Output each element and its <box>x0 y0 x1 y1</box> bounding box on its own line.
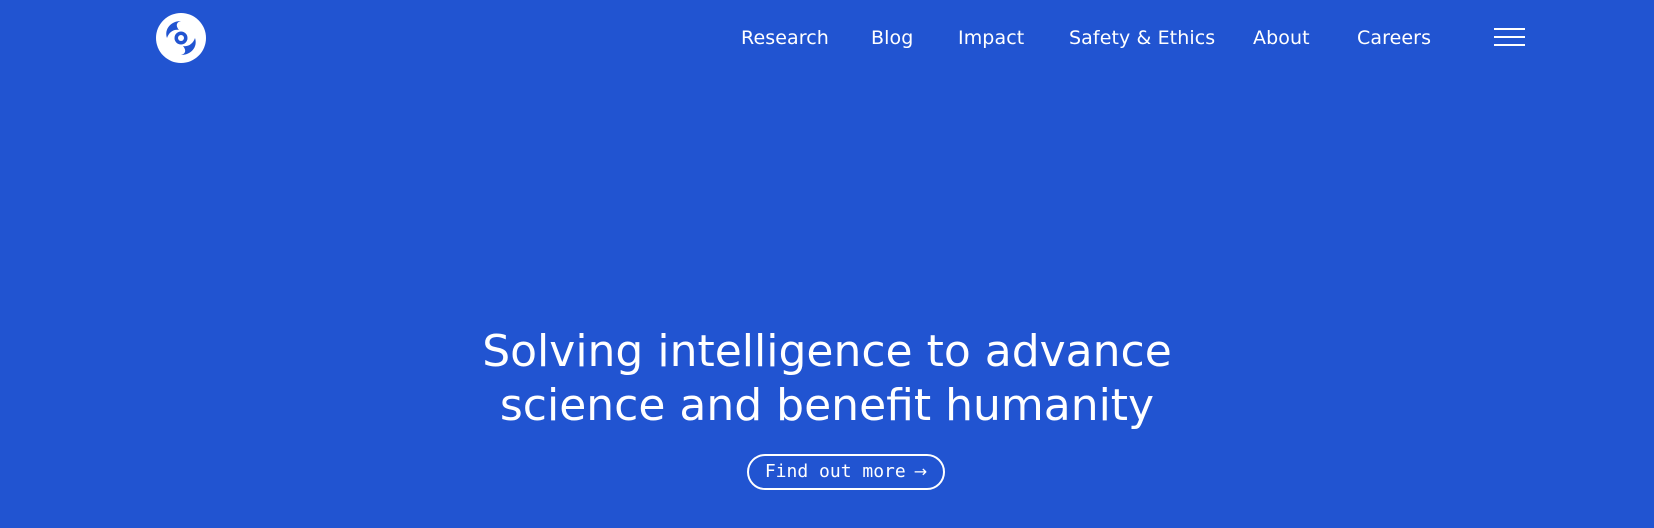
nav-link-safety-ethics[interactable]: Safety & Ethics <box>1069 24 1215 52</box>
main-nav: Research Blog Impact Safety & Ethics Abo… <box>0 24 1654 52</box>
menu-bar-top <box>1494 28 1525 30</box>
find-out-more-label: Find out more <box>764 461 906 482</box>
hero-title-line-1: Solving intelligence to advance <box>482 326 1172 377</box>
nav-link-impact[interactable]: Impact <box>958 24 1024 52</box>
hero-title: Solving intelligence to advance science … <box>327 325 1327 433</box>
nav-link-blog[interactable]: Blog <box>871 24 913 52</box>
find-out-more-button[interactable]: Find out more → <box>747 454 945 490</box>
menu-bar-middle <box>1494 36 1525 38</box>
nav-link-careers[interactable]: Careers <box>1357 24 1431 52</box>
hamburger-menu-icon[interactable] <box>1494 28 1525 48</box>
nav-link-research[interactable]: Research <box>741 24 829 52</box>
menu-bar-bottom <box>1494 44 1525 46</box>
nav-link-about[interactable]: About <box>1253 24 1310 52</box>
arrow-right-icon: → <box>913 462 928 481</box>
hero-title-line-2: science and benefit humanity <box>499 380 1155 431</box>
site-header: Research Blog Impact Safety & Ethics Abo… <box>0 0 1654 76</box>
